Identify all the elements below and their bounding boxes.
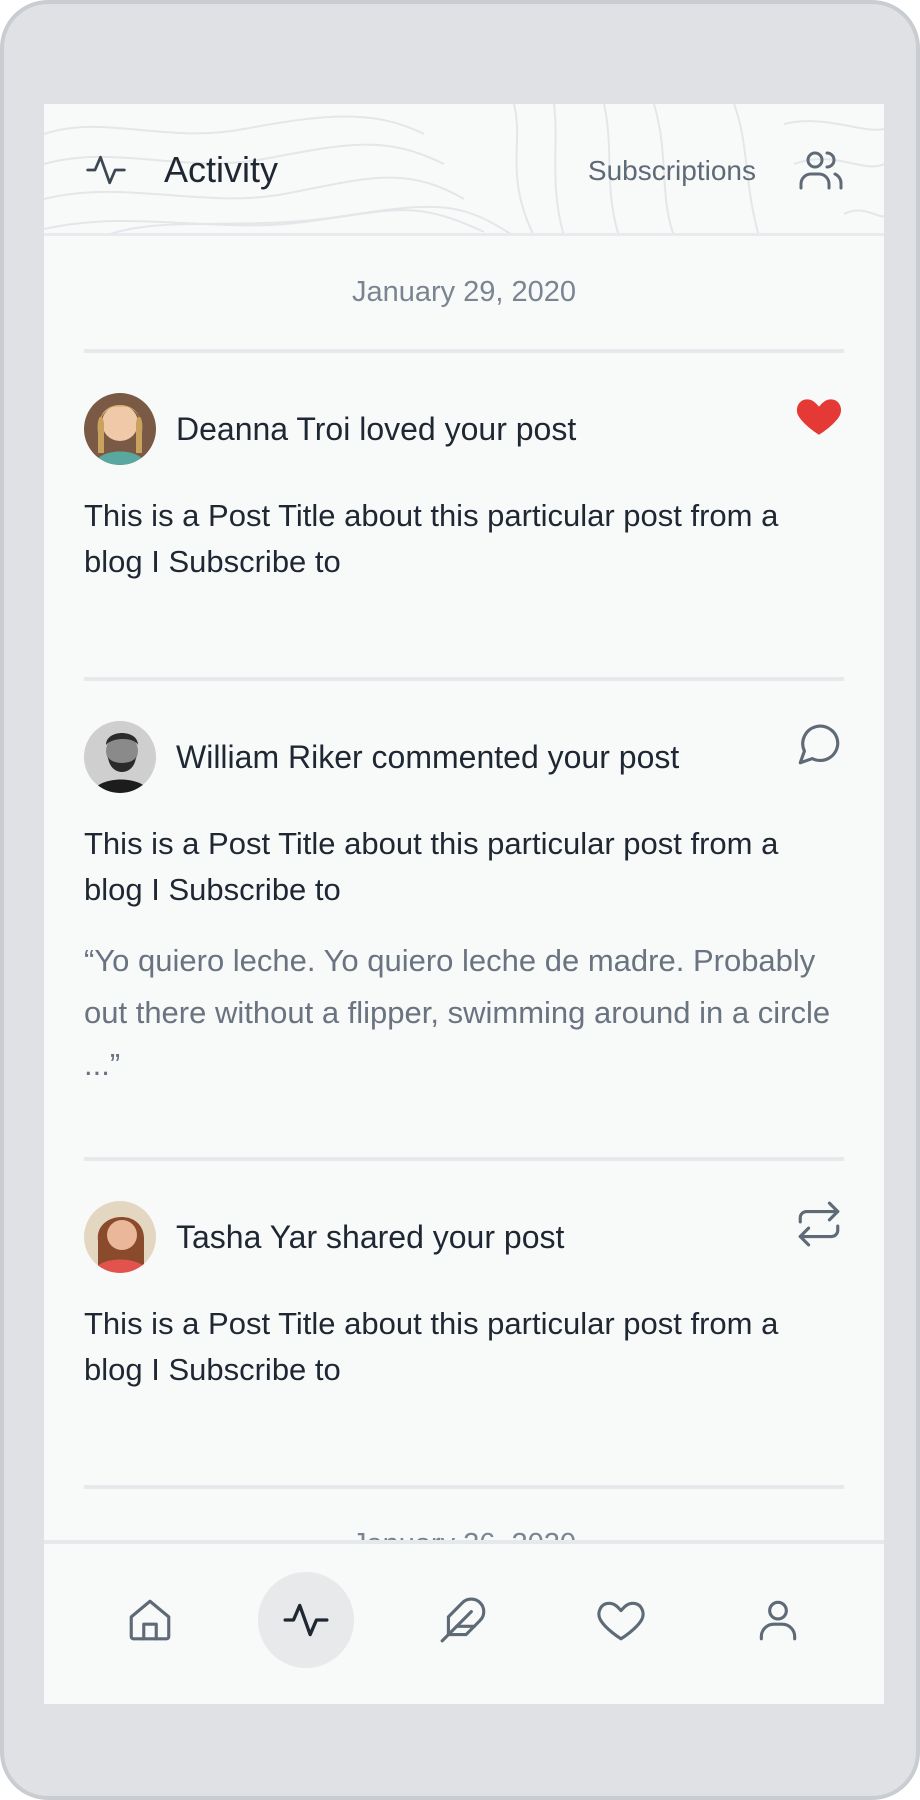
users-icon[interactable] (796, 146, 846, 194)
bottom-navigation (44, 1540, 884, 1704)
nav-home[interactable] (102, 1572, 198, 1668)
activity-feed: January 29, 2020 Deanna Troi loved your … (84, 236, 844, 1604)
nav-favorites[interactable] (573, 1572, 669, 1668)
post-title[interactable]: This is a Post Title about this particul… (84, 821, 844, 913)
avatar-image (84, 1201, 156, 1273)
device-frame: Activity Subscriptions January 29, 2020 (0, 0, 920, 1800)
app-header: Activity Subscriptions (44, 104, 884, 236)
date-separator: January 29, 2020 (84, 236, 844, 353)
activity-item[interactable]: Tasha Yar shared your post This is a Pos… (84, 1201, 844, 1489)
nav-write[interactable] (415, 1572, 511, 1668)
avatar-image (84, 393, 156, 465)
activity-text: William Riker commented your post (176, 739, 680, 775)
activity-item[interactable]: Deanna Troi loved your post This is a Po… (84, 393, 844, 681)
page-title: Activity (164, 149, 279, 190)
feather-icon (440, 1597, 486, 1643)
nav-activity[interactable] (258, 1572, 354, 1668)
post-title[interactable]: This is a Post Title about this particul… (84, 493, 844, 585)
post-title[interactable]: This is a Post Title about this particul… (84, 1301, 844, 1393)
activity-icon (283, 1603, 329, 1637)
repost-icon[interactable] (794, 1199, 844, 1249)
activity-text: Deanna Troi loved your post (176, 411, 577, 447)
heart-filled-icon[interactable] (794, 391, 844, 441)
home-icon (129, 1599, 171, 1641)
app-screen: Activity Subscriptions January 29, 2020 (44, 104, 884, 1704)
activity-item-header: Tasha Yar shared your post (84, 1201, 844, 1273)
activity-text: Tasha Yar shared your post (176, 1219, 565, 1255)
heart-icon (597, 1601, 645, 1641)
comment-excerpt: “Yo quiero leche. Yo quiero leche de mad… (84, 943, 831, 1082)
activity-item[interactable]: William Riker commented your post This i… (84, 721, 844, 1161)
avatar[interactable] (84, 393, 156, 465)
avatar[interactable] (84, 1201, 156, 1273)
avatar[interactable] (84, 721, 156, 793)
activity-item-header: Deanna Troi loved your post (84, 393, 844, 465)
activity-item-header: William Riker commented your post (84, 721, 844, 793)
subscriptions-link[interactable]: Subscriptions (588, 154, 756, 188)
nav-profile[interactable] (730, 1572, 826, 1668)
user-icon (759, 1600, 797, 1641)
activity-icon (86, 155, 126, 185)
comment-icon[interactable] (794, 719, 844, 769)
avatar-image (84, 721, 156, 793)
